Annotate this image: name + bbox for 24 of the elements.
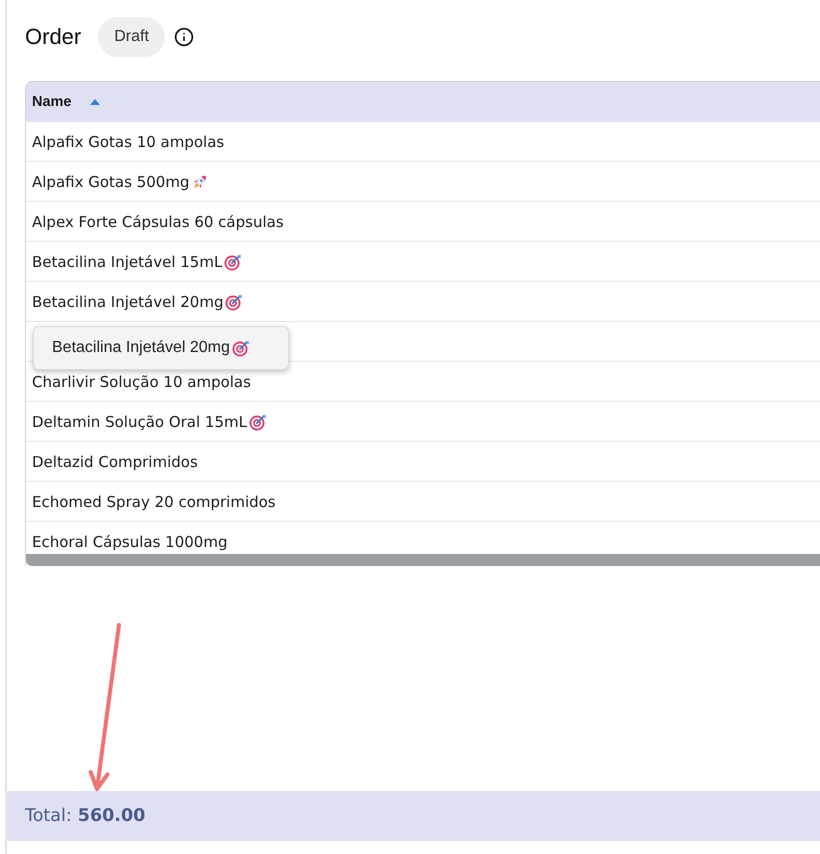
product-name: Echoral Cápsulas 1000mg <box>32 532 228 550</box>
product-name: Deltamin Solução Oral 15mL <box>32 412 247 430</box>
sort-ascending-icon[interactable] <box>90 99 100 105</box>
target-icon <box>225 292 244 310</box>
product-name: Echomed Spray 20 comprimidos <box>32 492 276 510</box>
horizontal-scrollbar[interactable] <box>26 554 820 566</box>
product-name: Alpex Forte Cápsulas 60 cápsulas <box>32 212 284 230</box>
target-icon <box>232 339 250 357</box>
total-label: Total: <box>25 806 72 826</box>
column-header[interactable]: Name <box>26 82 104 122</box>
page-title: Order <box>25 24 82 50</box>
total-value: 560.00 <box>78 806 146 826</box>
status-chip: Draft <box>98 17 165 57</box>
product-name: Alpafix Gotas 500mg <box>32 172 190 190</box>
target-icon <box>249 412 267 430</box>
product-name: Betacilina Injetável 15mL <box>32 252 222 270</box>
info-icon[interactable] <box>174 27 194 47</box>
target-icon <box>224 252 242 270</box>
tooltip-text: Betacilina Injetável 20mg <box>52 339 230 357</box>
product-name: Deltazid Comprimidos <box>32 452 198 470</box>
product-name: Alpafix Gotas 10 ampolas <box>32 132 224 150</box>
product-name: Betacilina Injetável 20mg <box>32 292 224 310</box>
rocket-icon <box>191 172 210 190</box>
product-name: Charlivir Solução 10 ampolas <box>32 372 251 390</box>
